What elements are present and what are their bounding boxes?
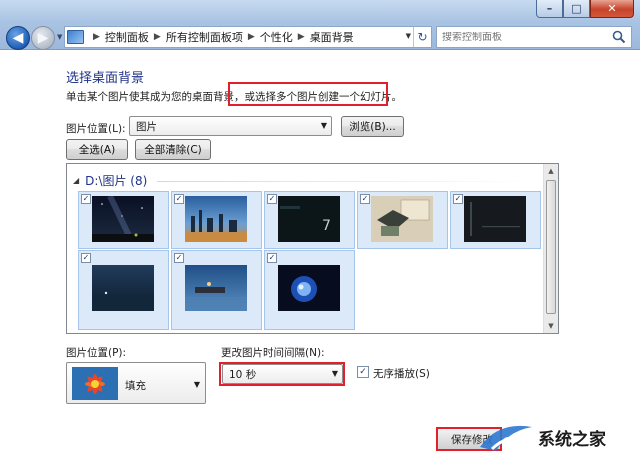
group-header[interactable]: ◢ D:\图片 (8): [73, 172, 147, 189]
clear-all-button[interactable]: 全部清除(C): [135, 139, 211, 160]
instructions-part1: 单击某个图片使其成为您的桌面背景，: [66, 91, 245, 103]
watermark-text: 系统之家: [538, 429, 606, 450]
breadcrumb-personalization[interactable]: 个性化: [260, 29, 293, 45]
watermark-logo-icon: [480, 425, 532, 451]
breadcrumb-all-items[interactable]: 所有控制面板项: [166, 29, 243, 45]
picture-position-value: 填充: [125, 380, 146, 392]
breadcrumb-control-panel[interactable]: 控制面板: [105, 29, 149, 45]
wallpaper-gallery[interactable]: ◢ D:\图片 (8) ✓ ✓ ✓ 7 ✓ ✓ ✓ ✓ ✓ ▲ ▼: [66, 163, 559, 334]
highlight-annotation-interval: [219, 362, 345, 386]
thumbnail-checkbox[interactable]: ✓: [453, 194, 463, 204]
close-button[interactable]: ✕: [590, 0, 634, 18]
arrow-right-icon: ▶: [37, 30, 49, 46]
chevron-right-icon[interactable]: ▶: [93, 32, 100, 42]
map-collage-image: [371, 196, 433, 242]
wallpaper-thumbnail-pier-dusk[interactable]: ✓: [171, 250, 262, 330]
window-controls: – □ ✕: [536, 0, 634, 20]
shuffle-checkbox[interactable]: ✓: [357, 366, 369, 378]
picture-position-dropdown[interactable]: 填充 ▼: [66, 362, 206, 404]
page-title: 选择桌面背景: [66, 71, 145, 86]
group-divider: [157, 181, 533, 182]
chevron-down-icon: ▼: [320, 121, 327, 130]
wallpaper-thumbnail-map-collage[interactable]: ✓: [357, 191, 448, 249]
chevron-right-icon[interactable]: ▶: [154, 32, 161, 42]
select-all-button[interactable]: 全选(A): [66, 139, 128, 160]
windows-7-dark-image: 7: [278, 196, 340, 242]
maximize-button[interactable]: □: [563, 0, 590, 18]
gallery-scrollbar[interactable]: ▲ ▼: [543, 164, 558, 333]
picture-location-value: 图片: [136, 120, 157, 133]
picture-location-dropdown[interactable]: 图片 ▼: [129, 116, 332, 136]
pier-dusk-image: [185, 265, 247, 311]
thumbnail-checkbox[interactable]: ✓: [267, 194, 277, 204]
breadcrumb-desktop-background[interactable]: 桌面背景: [310, 29, 354, 45]
wallpaper-thumbnail-windows-7[interactable]: ✓ 7: [264, 191, 355, 249]
chevron-right-icon[interactable]: ▶: [248, 32, 255, 42]
collapse-triangle-icon[interactable]: ◢: [73, 176, 79, 185]
scrollbar-thumb[interactable]: [546, 180, 556, 314]
thumbnail-checkbox[interactable]: ✓: [174, 194, 184, 204]
interval-label: 更改图片时间间隔(N):: [221, 347, 325, 359]
scroll-up-icon[interactable]: ▲: [544, 164, 558, 178]
chevron-right-icon[interactable]: ▶: [298, 32, 305, 42]
dark-abstract-image: [464, 196, 526, 242]
control-panel-icon: [67, 30, 84, 44]
window-titlebar: – □ ✕ ◀ ▶ ▼ ▶ 控制面板 ▶ 所有控制面板项 ▶ 个性化 ▶ 桌面背…: [0, 0, 640, 50]
blue-globe-image: [278, 265, 340, 311]
city-skyline-image: [185, 196, 247, 242]
scroll-down-icon[interactable]: ▼: [544, 319, 558, 333]
address-dropdown-icon[interactable]: ▼: [406, 32, 411, 40]
minimize-button[interactable]: –: [536, 0, 563, 18]
thumbnail-checkbox[interactable]: ✓: [81, 253, 91, 263]
search-icon[interactable]: [612, 30, 626, 44]
browse-button[interactable]: 浏览(B)...: [341, 116, 404, 137]
chevron-down-icon: ▼: [193, 380, 200, 389]
group-title: D:\图片 (8): [85, 174, 148, 188]
wallpaper-thumbnail-starry-night[interactable]: ✓: [78, 191, 169, 249]
picture-location-label: 图片位置(L):: [66, 123, 126, 135]
thumbnail-checkbox[interactable]: ✓: [267, 253, 277, 263]
back-button[interactable]: ◀: [6, 26, 30, 50]
search-input[interactable]: [442, 31, 608, 43]
wallpaper-thumbnail-city-skyline[interactable]: ✓: [171, 191, 262, 249]
thumbnail-checkbox[interactable]: ✓: [174, 253, 184, 263]
forward-button[interactable]: ▶: [31, 26, 55, 50]
address-bar[interactable]: ▶ 控制面板 ▶ 所有控制面板项 ▶ 个性化 ▶ 桌面背景 ▼ ↻: [64, 26, 432, 48]
thumbnail-checkbox[interactable]: ✓: [360, 194, 370, 204]
wallpaper-thumbnail-dark-abstract[interactable]: ✓: [450, 191, 541, 249]
arrow-left-icon: ◀: [12, 30, 24, 46]
svg-text:7: 7: [322, 218, 331, 234]
shuffle-label[interactable]: 无序播放(S): [373, 366, 430, 381]
refresh-icon: ↻: [417, 30, 428, 44]
site-watermark: 系统之家: [478, 414, 638, 460]
highlight-annotation-instructions: [228, 82, 388, 106]
starry-night-image: [92, 196, 154, 242]
thumbnail-checkbox[interactable]: ✓: [81, 194, 91, 204]
search-box[interactable]: [436, 26, 632, 48]
wallpaper-thumbnail-misty-lake[interactable]: ✓: [78, 250, 169, 330]
picture-position-label: 图片位置(P):: [66, 347, 127, 359]
misty-lake-image: [92, 265, 154, 311]
wallpaper-thumbnail-blue-globe[interactable]: ✓: [264, 250, 355, 330]
refresh-button[interactable]: ↻: [413, 27, 431, 47]
flower-preview-icon: [72, 367, 118, 400]
